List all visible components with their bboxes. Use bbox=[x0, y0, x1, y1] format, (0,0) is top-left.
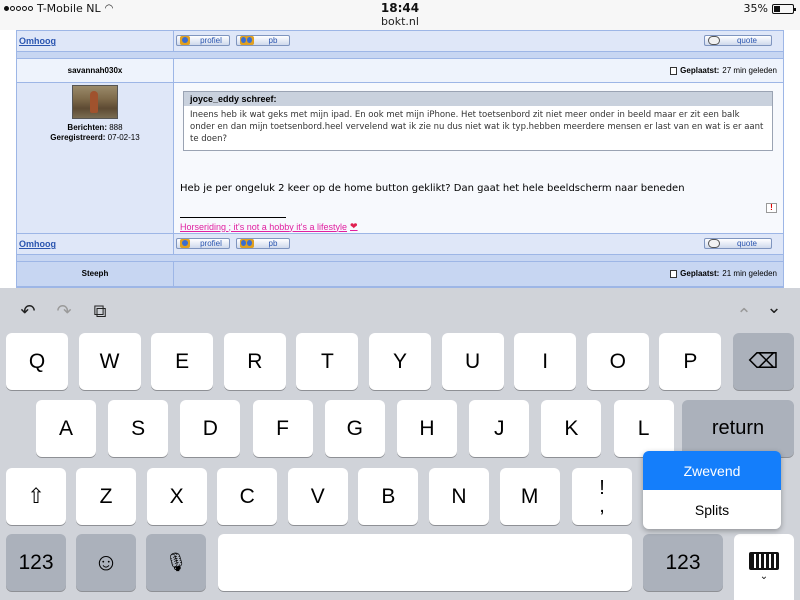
paste-icon[interactable]: ⧉ bbox=[90, 302, 110, 322]
quote-button[interactable]: quote bbox=[704, 238, 772, 249]
battery-icon bbox=[772, 3, 796, 14]
key-e[interactable]: E bbox=[151, 333, 214, 390]
key-r[interactable]: R bbox=[223, 333, 286, 390]
key-c[interactable]: C bbox=[217, 468, 278, 525]
profile-button[interactable]: profiel bbox=[176, 35, 230, 46]
post-footer-right: profiel pb quote bbox=[174, 234, 783, 254]
floating-option[interactable]: Zwevend bbox=[643, 451, 781, 490]
post-body: Heb je per ongeluk 2 keer op de home but… bbox=[180, 183, 685, 194]
key-h[interactable]: H bbox=[397, 400, 457, 457]
back-to-top-link[interactable]: Omhoog bbox=[19, 36, 56, 46]
pm-button[interactable]: pb bbox=[236, 35, 290, 46]
key-p[interactable]: P bbox=[659, 333, 722, 390]
keyboard-mode-menu: Zwevend Splits bbox=[643, 451, 781, 529]
key-o[interactable]: O bbox=[586, 333, 649, 390]
post-icon bbox=[670, 269, 678, 278]
back-to-top-link[interactable]: Omhoog bbox=[19, 239, 56, 249]
users-icon bbox=[240, 36, 254, 45]
return-key[interactable]: return bbox=[682, 400, 794, 457]
redo-icon[interactable]: ↷ bbox=[54, 302, 74, 322]
key-f[interactable]: F bbox=[252, 400, 313, 457]
keyboard-icon bbox=[749, 552, 779, 570]
quote-author: joyce_eddy schreef: bbox=[184, 92, 772, 106]
key-l[interactable]: L bbox=[613, 400, 674, 457]
shift-key[interactable]: ⇧ bbox=[6, 468, 66, 525]
key-z[interactable]: Z bbox=[76, 468, 136, 525]
key-g[interactable]: G bbox=[324, 400, 385, 457]
profile-button[interactable]: profiel bbox=[176, 238, 230, 249]
forum-table: Omhoog profiel pb quote savannah030x Gep… bbox=[16, 30, 784, 288]
signature-divider bbox=[180, 217, 286, 218]
key-u[interactable]: U bbox=[441, 333, 504, 390]
key-n[interactable]: N bbox=[429, 468, 489, 525]
post-footer-left: Omhoog bbox=[17, 31, 173, 51]
clock: 18:44 bbox=[380, 1, 420, 15]
key-q[interactable]: Q bbox=[6, 333, 68, 390]
key-b[interactable]: B bbox=[358, 468, 419, 525]
backspace-key[interactable]: ⌫ bbox=[733, 333, 794, 390]
users-icon bbox=[240, 239, 254, 248]
key-s[interactable]: S bbox=[108, 400, 169, 457]
battery-percent: 35% bbox=[743, 2, 768, 15]
post-content: joyce_eddy schreef: Ineens heb ik wat ge… bbox=[174, 83, 783, 233]
post-author-header: Steeph bbox=[17, 262, 173, 286]
post-footer-right: profiel pb quote bbox=[174, 31, 783, 51]
address-bar[interactable]: bokt.nl bbox=[0, 16, 800, 30]
heart-icon: ❤ bbox=[350, 221, 358, 231]
key-m[interactable]: M bbox=[499, 468, 560, 525]
emoji-icon[interactable]: ☺ bbox=[76, 534, 136, 591]
signature-link[interactable]: Horseriding ; it's not a hobby it's a li… bbox=[180, 221, 358, 232]
onscreen-keyboard: ↶ ↷ ⧉ ⌃ ⌄ QWERTYUIOP ⌫ ASDFGHJKL return … bbox=[0, 288, 800, 600]
post-separator bbox=[17, 52, 783, 58]
next-field-icon[interactable]: ⌄ bbox=[764, 298, 784, 318]
author-stats: Berichten: 888 Geregistreerd: 07-02-13 bbox=[50, 123, 140, 142]
profile-icon bbox=[180, 36, 190, 45]
speech-bubble-icon bbox=[708, 239, 720, 248]
key-t[interactable]: T bbox=[296, 333, 359, 390]
battery-fill bbox=[774, 5, 780, 12]
key-x[interactable]: X bbox=[146, 468, 207, 525]
space-bar[interactable] bbox=[218, 534, 632, 591]
key-v[interactable]: V bbox=[287, 468, 348, 525]
key-a[interactable]: A bbox=[36, 400, 96, 457]
post-separator bbox=[17, 255, 783, 261]
author-panel: Berichten: 888 Geregistreerd: 07-02-13 bbox=[17, 83, 173, 233]
speech-bubble-icon bbox=[708, 36, 720, 45]
quote-text: Ineens heb ik wat geks met mijn ipad. En… bbox=[190, 110, 764, 144]
posted-time: Geplaatst: 21 min geleden bbox=[670, 269, 777, 278]
chevron-down-icon: ⌄ bbox=[759, 571, 769, 582]
post-date-header: Geplaatst: 27 min geleden bbox=[174, 59, 783, 82]
key-j[interactable]: J bbox=[469, 400, 530, 457]
forum-page: Omhoog profiel pb quote savannah030x Gep… bbox=[0, 30, 800, 288]
numbers-key-right[interactable]: 123 bbox=[643, 534, 723, 591]
quote-block: joyce_eddy schreef: Ineens heb ik wat ge… bbox=[183, 91, 773, 151]
username[interactable]: savannah030x bbox=[17, 66, 173, 75]
keyboard-dismiss-key[interactable]: ⌄ bbox=[734, 534, 794, 600]
numbers-key-left[interactable]: 123 bbox=[6, 534, 66, 591]
pm-button[interactable]: pb bbox=[236, 238, 290, 249]
post-icon bbox=[670, 66, 678, 75]
punctuation-key[interactable]: ! , bbox=[572, 468, 632, 525]
key-k[interactable]: K bbox=[541, 400, 602, 457]
post-date-header: Geplaatst: 21 min geleden bbox=[174, 262, 783, 286]
split-option[interactable]: Splits bbox=[643, 490, 781, 529]
post-author-header: savannah030x bbox=[17, 59, 173, 82]
key-i[interactable]: I bbox=[514, 333, 577, 390]
microphone-icon[interactable]: 🎙 bbox=[146, 534, 206, 591]
avatar[interactable] bbox=[72, 85, 118, 119]
username[interactable]: Steeph bbox=[17, 269, 173, 278]
status-bar: T-Mobile NL ◠ 18:44 35% bbox=[0, 0, 800, 16]
report-icon[interactable]: ! bbox=[766, 203, 777, 213]
key-y[interactable]: Y bbox=[369, 333, 431, 390]
posted-time: Geplaatst: 27 min geleden bbox=[670, 66, 777, 75]
key-w[interactable]: W bbox=[78, 333, 141, 390]
previous-field-icon[interactable]: ⌃ bbox=[734, 306, 754, 326]
post-footer-left: Omhoog bbox=[17, 234, 173, 254]
profile-icon bbox=[180, 239, 190, 248]
battery-info: 35% bbox=[743, 2, 796, 15]
keyboard-shortcut-bar: ↶ ↷ ⧉ ⌃ ⌄ bbox=[0, 288, 800, 332]
quote-button[interactable]: quote bbox=[704, 35, 772, 46]
key-d[interactable]: D bbox=[180, 400, 241, 457]
undo-icon[interactable]: ↶ bbox=[18, 302, 38, 322]
